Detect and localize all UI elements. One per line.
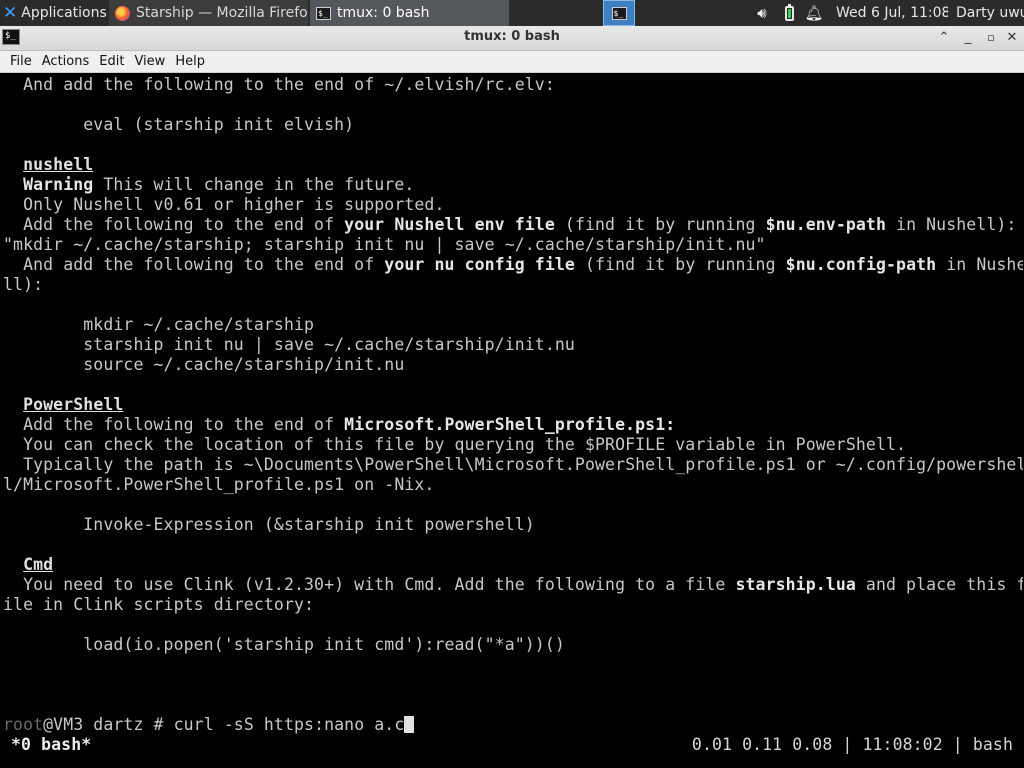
section-heading: Cmd xyxy=(23,555,54,574)
tmux-status-right: 0.01 0.11 0.08 | 11:08:02 | bash xyxy=(691,735,1013,754)
terminal-line: Add the following to the end of your Nus… xyxy=(3,215,1017,234)
firefox-icon xyxy=(115,5,130,21)
terminal-line: And add the following to the end of your… xyxy=(3,255,1023,274)
menu-help[interactable]: Help xyxy=(170,51,210,72)
prompt-host-path: @VM3 dartz # xyxy=(43,715,174,734)
terminal-line: load(io.popen('starship init cmd'):read(… xyxy=(3,635,565,654)
window-titlebar[interactable]: $_ tmux: 0 bash ⌃ _ ▫ ✕ xyxy=(0,26,1024,51)
terminal-line: ile in Clink scripts directory: xyxy=(3,595,315,614)
terminal-line: And add the following to the end of ~/.e… xyxy=(3,75,555,94)
close-button[interactable]: ✕ xyxy=(1003,29,1021,47)
battery-indicator[interactable] xyxy=(781,0,797,26)
terminal-icon: $_ xyxy=(316,6,331,20)
terminal-line: You can check the location of this file … xyxy=(3,435,907,454)
terminal-line: Typically the path is ~\Documents\PowerS… xyxy=(3,455,1023,474)
prompt-user: root xyxy=(3,715,44,734)
terminal-view[interactable]: And add the following to the end of ~/.e… xyxy=(1,73,1023,768)
tmux-status-bar: *0 bash* 0.01 0.11 0.08 | 11:08:02 | bas… xyxy=(1,735,1023,755)
terminal-line: ll): xyxy=(3,275,44,294)
volume-button[interactable]: 🔊︎ xyxy=(752,0,772,26)
terminal-line: l/Microsoft.PowerShell_profile.ps1 on -N… xyxy=(3,475,435,494)
notifications-button[interactable]: 🔔︎ xyxy=(805,0,823,26)
volume-icon: 🔊︎ xyxy=(757,4,767,22)
terminal-line: Only Nushell v0.61 or higher is supporte… xyxy=(3,195,445,214)
section-heading: nushell xyxy=(23,155,94,174)
terminal-line: Invoke-Expression (&starship init powers… xyxy=(3,515,535,534)
terminal-line: "mkdir ~/.cache/starship; starship init … xyxy=(3,235,766,254)
workspace-switcher-button[interactable]: $_ xyxy=(603,0,635,26)
section-heading: PowerShell xyxy=(23,395,124,414)
terminal-line: Add the following to the end of Microsof… xyxy=(3,415,676,434)
minimize-button[interactable]: _ xyxy=(959,29,977,47)
battery-icon xyxy=(784,3,794,21)
terminal-line: You need to use Clink (v1.2.30+) with Cm… xyxy=(3,575,1023,594)
taskbar-item-firefox[interactable]: Starship — Mozilla Firefox xyxy=(109,0,308,26)
taskbar-item-label: tmux: 0 bash xyxy=(337,5,430,21)
bell-icon: 🔔︎ xyxy=(805,4,823,22)
terminal-line: Warning This will change in the future. xyxy=(23,175,415,194)
terminal-line: source ~/.cache/starship/init.nu xyxy=(3,355,405,374)
terminal-icon: $_ xyxy=(611,6,627,20)
shade-button[interactable]: ⌃ xyxy=(935,29,953,47)
terminal-line: eval (starship init elvish) xyxy=(3,115,355,134)
menu-edit[interactable]: Edit xyxy=(94,51,129,72)
taskbar-item-label: Starship — Mozilla Firefox xyxy=(136,5,308,21)
terminal-line: starship init nu | save ~/.cache/starshi… xyxy=(3,335,575,354)
command-input[interactable]: curl -sS https:nano a.c xyxy=(174,715,405,734)
top-panel: ✕ Applications Starship — Mozilla Firefo… xyxy=(0,0,1024,26)
maximize-button[interactable]: ▫ xyxy=(982,29,1000,47)
terminal-line: mkdir ~/.cache/starship xyxy=(3,315,315,334)
applications-menu-button[interactable]: ✕ Applications xyxy=(0,0,108,26)
user-menu-button[interactable]: Darty uwu xyxy=(956,0,1024,26)
applications-label: Applications xyxy=(21,5,107,21)
taskbar-item-terminal[interactable]: $_ tmux: 0 bash xyxy=(310,0,509,26)
window-title: tmux: 0 bash xyxy=(464,29,560,44)
clock[interactable]: Wed 6 Jul, 11:08 xyxy=(836,0,948,26)
tmux-window-list[interactable]: *0 bash* xyxy=(11,735,91,755)
menu-actions[interactable]: Actions xyxy=(37,51,95,72)
xfce-logo-icon: ✕ xyxy=(3,3,18,23)
menu-view[interactable]: View xyxy=(129,51,170,72)
menubar: File Actions Edit View Help xyxy=(0,51,1024,73)
shell-prompt-line: root@VM3 dartz # curl -sS https:nano a.c xyxy=(3,715,415,735)
menu-file[interactable]: File xyxy=(5,51,37,72)
text-cursor xyxy=(404,716,415,733)
